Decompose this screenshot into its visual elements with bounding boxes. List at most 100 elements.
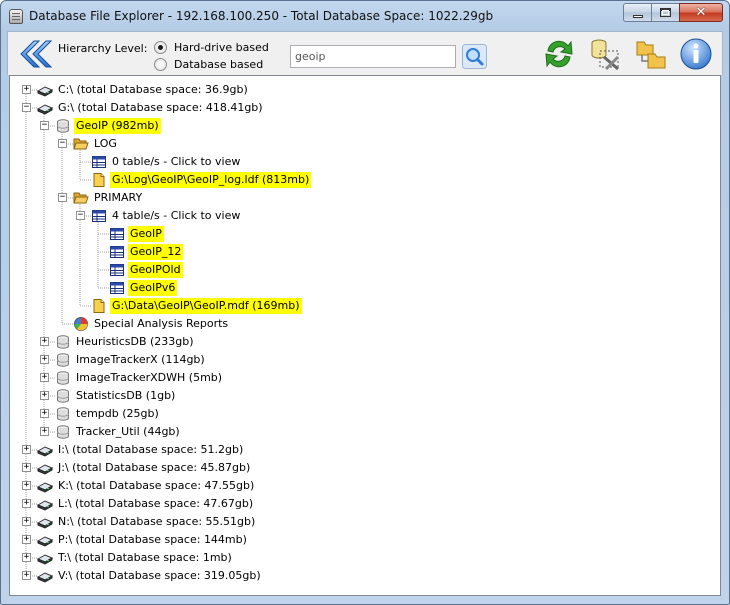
tree-item-drive[interactable]: K:\ (total Database space: 47.55gb) — [36, 477, 256, 495]
tree-item-label: 4 table/s - Click to view — [112, 209, 241, 222]
tree-item[interactable]: GeoIP — [109, 225, 164, 243]
expand-icon[interactable]: + — [40, 391, 49, 400]
tree-item-label: G:\Data\GeoIP\GeoIP.mdf (169mb) — [110, 298, 302, 314]
tree-item-drive[interactable]: I:\ (total Database space: 51.2gb) — [36, 441, 245, 459]
tree-item[interactable]: Special Analysis Reports — [73, 315, 230, 333]
minimize-button[interactable] — [623, 3, 651, 22]
table-icon — [109, 226, 125, 242]
expand-icon[interactable]: + — [40, 337, 49, 346]
expand-icon[interactable]: + — [40, 355, 49, 364]
tree-item-drive[interactable]: P:\ (total Database space: 144mb) — [36, 531, 249, 549]
database-icon — [55, 406, 71, 422]
expand-icon[interactable]: + — [40, 427, 49, 436]
tree-item[interactable]: Tracker_Util (44gb) — [55, 423, 182, 441]
tree-item-label: HeuristicsDB (233gb) — [76, 335, 194, 348]
maximize-button[interactable] — [651, 3, 679, 22]
expand-icon[interactable]: + — [22, 85, 31, 94]
tree-item-label: tempdb (25gb) — [76, 407, 159, 420]
tree-item-drive[interactable]: V:\ (total Database space: 319.05gb) — [36, 567, 263, 585]
expand-icon[interactable]: + — [22, 517, 31, 526]
tree-item-label: P:\ (total Database space: 144mb) — [58, 533, 247, 546]
maximize-icon — [660, 8, 671, 17]
tree-item-label: 0 table/s - Click to view — [112, 155, 241, 168]
tree-item-drive[interactable]: G:\ (total Database space: 418.41gb) — [36, 99, 265, 117]
tree-item[interactable]: HeuristicsDB (233gb) — [55, 333, 196, 351]
search-input[interactable] — [290, 45, 456, 68]
app-window: Database File Explorer - 192.168.100.250… — [0, 0, 730, 605]
title-bar[interactable]: Database File Explorer - 192.168.100.250… — [1, 1, 729, 31]
drive-icon — [36, 100, 54, 116]
tree-item[interactable]: StatisticsDB (1gb) — [55, 387, 177, 405]
expand-icon[interactable]: + — [22, 445, 31, 454]
collapse-icon[interactable]: − — [22, 103, 31, 112]
expand-icon[interactable]: + — [22, 499, 31, 508]
tree-item-label: Tracker_Util (44gb) — [76, 425, 180, 438]
collapse-icon[interactable]: − — [76, 211, 85, 220]
tree-item-label: ImageTrackerX (114gb) — [76, 353, 205, 366]
tree-item-drive[interactable]: L:\ (total Database space: 47.67gb) — [36, 495, 255, 513]
drive-icon — [36, 460, 54, 476]
radio-hard-drive-based[interactable]: Hard-drive based — [154, 41, 269, 54]
folders-icon[interactable] — [634, 37, 668, 71]
tree-item-label: T:\ (total Database space: 1mb) — [58, 551, 232, 564]
tree-view[interactable]: C:\ (total Database space: 36.9gb) + G:\ (… — [9, 75, 721, 596]
expand-icon[interactable]: + — [22, 481, 31, 490]
radio-database-based[interactable]: Database based — [154, 58, 263, 71]
expand-icon[interactable]: + — [40, 409, 49, 418]
tree-item[interactable]: 4 table/s - Click to view — [91, 207, 242, 225]
tree-item[interactable]: GeoIP (982mb) — [55, 117, 161, 135]
tree-item-label: L:\ (total Database space: 47.67gb) — [58, 497, 254, 510]
tree-item-drive[interactable]: C:\ (total Database space: 36.9gb) — [36, 81, 250, 99]
tree-item[interactable]: LOG — [73, 135, 119, 153]
tree-item-label: GeoIPv6 — [128, 280, 178, 296]
close-icon: ✕ — [695, 5, 707, 20]
tree-item[interactable]: ImageTrackerX (114gb) — [55, 351, 207, 369]
tree-item-label: G:\ (total Database space: 418.41gb) — [58, 101, 263, 114]
table-icon — [109, 244, 125, 260]
expand-icon[interactable]: + — [22, 553, 31, 562]
refresh-icon[interactable] — [542, 37, 576, 71]
expand-icon[interactable]: + — [40, 373, 49, 382]
tree-item-drive[interactable]: T:\ (total Database space: 1mb) — [36, 549, 234, 567]
tree-item[interactable]: G:\Log\GeoIP\GeoIP_log.ldf (813mb) — [91, 171, 312, 189]
search-icon[interactable] — [462, 44, 487, 69]
tree-item-label: Special Analysis Reports — [94, 317, 229, 330]
collapse-icon[interactable]: − — [40, 121, 49, 130]
radio-label: Hard-drive based — [174, 41, 269, 54]
drive-icon — [36, 496, 54, 512]
expand-icon[interactable]: + — [22, 535, 31, 544]
expand-icon[interactable]: + — [22, 571, 31, 580]
tree-item-label: G:\Log\GeoIP\GeoIP_log.ldf (813mb) — [110, 172, 312, 188]
tree-item[interactable]: G:\Data\GeoIP\GeoIP.mdf (169mb) — [91, 297, 302, 315]
tree-item[interactable]: GeoIPOld — [109, 261, 183, 279]
table-icon — [91, 208, 107, 224]
window-title: Database File Explorer - 192.168.100.250… — [29, 9, 494, 23]
radio-button[interactable] — [154, 41, 167, 54]
table-icon — [91, 154, 107, 170]
tree-item[interactable]: GeoIPv6 — [109, 279, 178, 297]
database-tools-icon[interactable] — [588, 37, 622, 71]
drive-icon — [36, 442, 54, 458]
tree-item[interactable]: ImageTrackerXDWH (5mb) — [55, 369, 224, 387]
info-icon[interactable] — [679, 37, 713, 71]
close-button[interactable]: ✕ — [679, 3, 723, 22]
drive-icon — [36, 550, 54, 566]
collapse-icon[interactable]: − — [58, 139, 67, 148]
tree-item[interactable]: GeoIP_12 — [109, 243, 184, 261]
radio-button[interactable] — [154, 58, 167, 71]
database-icon — [55, 334, 71, 350]
collapse-icon[interactable]: − — [58, 193, 67, 202]
drive-icon — [36, 82, 54, 98]
expand-icon[interactable]: + — [22, 463, 31, 472]
tree-item-label: J:\ (total Database space: 45.87gb) — [58, 461, 251, 474]
tree-item[interactable]: tempdb (25gb) — [55, 405, 161, 423]
tree-item[interactable]: 0 table/s - Click to view — [91, 153, 242, 171]
tree-item-drive[interactable]: J:\ (total Database space: 45.87gb) — [36, 459, 252, 477]
drive-icon — [36, 532, 54, 548]
tree-item-label: GeoIP (982mb) — [74, 118, 161, 134]
tree-item-drive[interactable]: N:\ (total Database space: 55.51gb) — [36, 513, 257, 531]
tree-item[interactable]: PRIMARY — [73, 189, 144, 207]
back-arrow-icon[interactable] — [18, 38, 52, 70]
hierarchy-level-label: Hierarchy Level: — [58, 42, 148, 55]
database-icon — [55, 118, 71, 134]
